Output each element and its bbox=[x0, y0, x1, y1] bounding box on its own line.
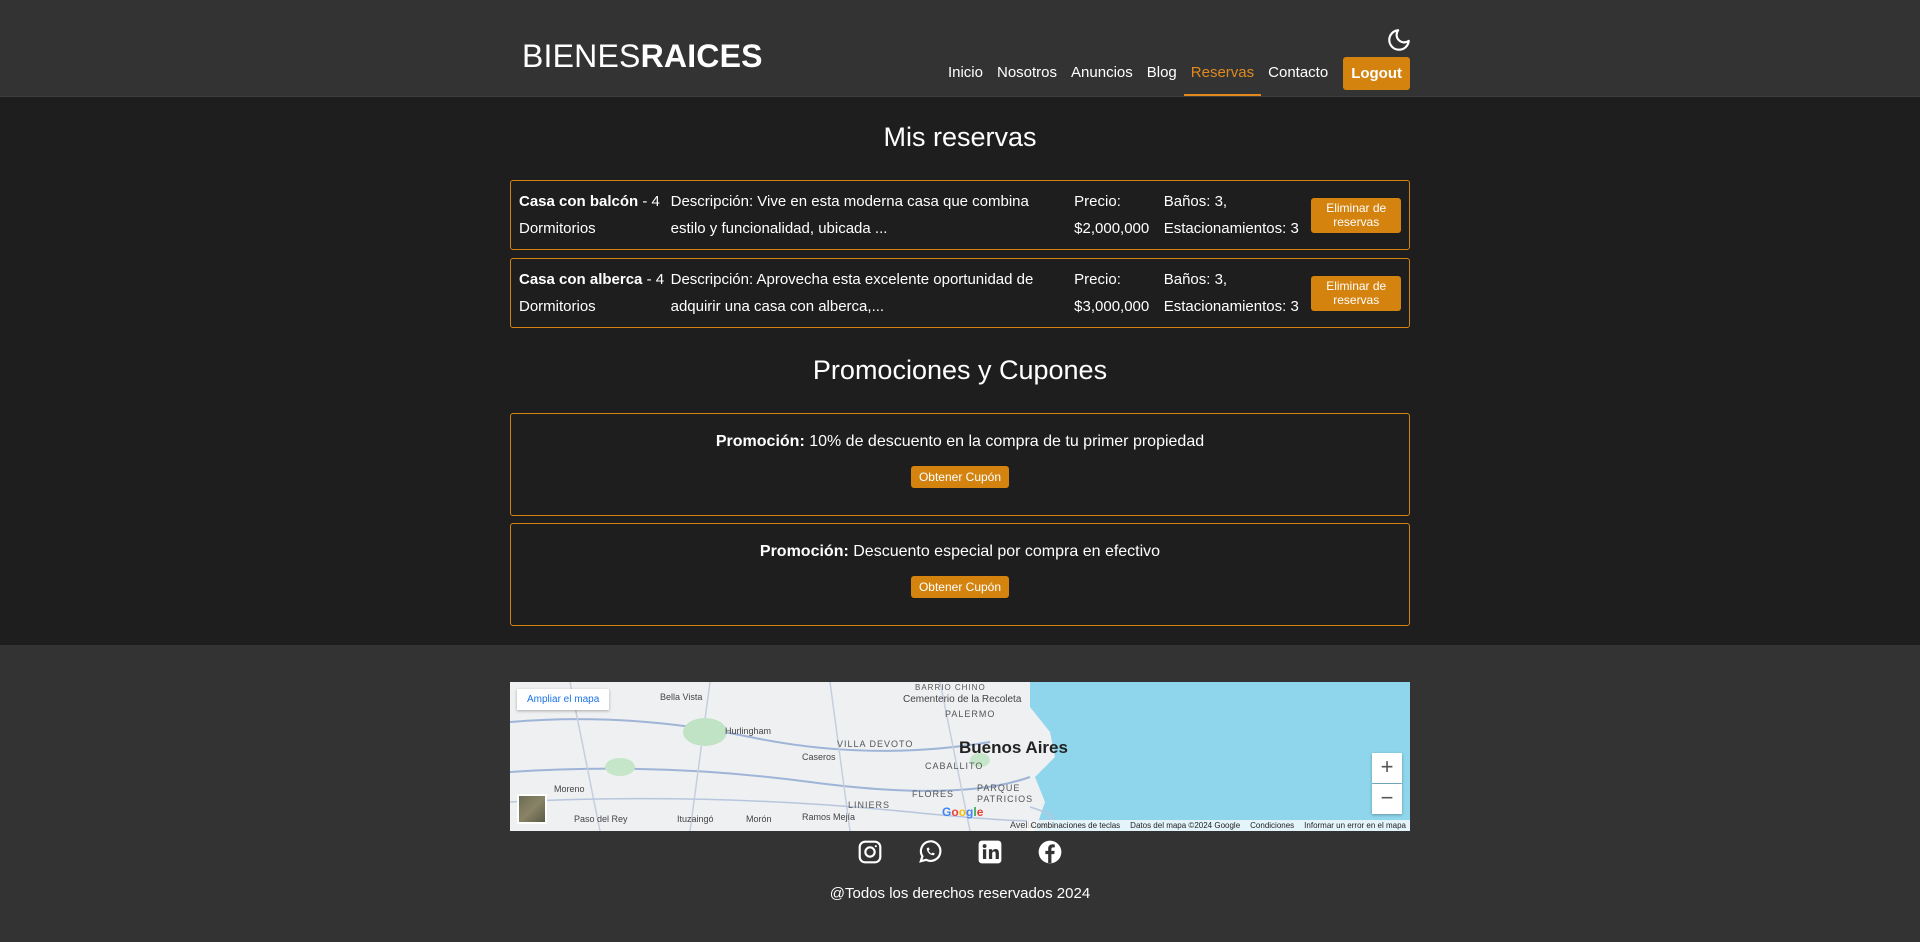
map-label: Cementerio de la Recoleta bbox=[903, 694, 1022, 705]
reserva-price: Precio: $3,000,000 bbox=[1074, 271, 1150, 315]
social-links bbox=[0, 839, 1920, 865]
map-label: PARQUE PATRICIOS bbox=[977, 783, 1034, 804]
nav-nosotros[interactable]: Nosotros bbox=[990, 58, 1064, 94]
reserva-card: Casa con balcón - 4 Dormitorios Descripc… bbox=[510, 180, 1410, 250]
map-label: Bella Vista bbox=[660, 692, 703, 702]
eliminar-reserva-button[interactable]: Eliminar de reservas bbox=[1311, 275, 1401, 311]
copyright-text: @Todos los derechos reservados 2024 bbox=[829, 885, 1091, 902]
reserva-price: Precio: $2,000,000 bbox=[1074, 193, 1150, 237]
reservas-title: Mis reservas bbox=[883, 122, 1037, 152]
promo-card: Promoción: Descuento especial por compra… bbox=[510, 523, 1410, 626]
report-error-link[interactable]: Informar un error en el mapa bbox=[1304, 821, 1406, 830]
map-data-text: Datos del mapa ©2024 Google bbox=[1130, 821, 1241, 830]
obtener-cupon-button[interactable]: Obtener Cupón bbox=[910, 576, 1010, 598]
map-label: Hurlingham bbox=[725, 726, 772, 736]
nav-anuncios[interactable]: Anuncios bbox=[1064, 58, 1140, 94]
logo-bold-text: RAICES bbox=[640, 38, 763, 74]
eliminar-reserva-button[interactable]: Eliminar de reservas bbox=[1311, 197, 1401, 233]
promo-description: 10% de descuento en la compra de tu prim… bbox=[804, 433, 1205, 450]
promo-text: Promoción: 10% de descuento en la compra… bbox=[511, 433, 1409, 451]
site-header: BIENESRAICES Inicio Nosotros Anuncios Bl… bbox=[0, 0, 1920, 97]
keyboard-shortcuts-link[interactable]: Combinaciones de teclas bbox=[1031, 821, 1120, 830]
site-footer: Ampliar el mapa Bella Vista BARRIO CHINO… bbox=[0, 645, 1920, 942]
nav-reservas[interactable]: Reservas bbox=[1183, 58, 1262, 96]
promociones-title: Promociones y Cupones bbox=[812, 355, 1108, 385]
obtener-cupon-button[interactable]: Obtener Cupón bbox=[910, 466, 1010, 488]
reserva-title: Casa con alberca - 4 Dormitorios bbox=[519, 266, 667, 320]
embedded-map[interactable]: Ampliar el mapa Bella Vista BARRIO CHINO… bbox=[510, 682, 1410, 831]
promo-label: Promoción: bbox=[715, 433, 805, 450]
map-label: Ituzaingó bbox=[677, 814, 714, 824]
map-label: Caseros bbox=[802, 752, 836, 762]
nav-contacto[interactable]: Contacto bbox=[1261, 58, 1335, 94]
map-label: LINIERS bbox=[848, 800, 891, 810]
promo-label: Promoción: bbox=[759, 543, 849, 560]
logout-button[interactable]: Logout bbox=[1343, 56, 1410, 90]
reserva-name: Casa con balcón bbox=[519, 193, 639, 210]
zoom-in-button[interactable]: + bbox=[1372, 753, 1402, 783]
map-label: Ramos Mejía bbox=[802, 812, 856, 822]
nav-blog[interactable]: Blog bbox=[1140, 58, 1184, 94]
whatsapp-icon[interactable] bbox=[917, 839, 943, 865]
promo-text: Promoción: Descuento especial por compra… bbox=[511, 543, 1409, 561]
reserva-description: Descripción: Vive en esta moderna casa q… bbox=[670, 193, 1029, 237]
map-label: VILLA DEVOTO bbox=[837, 739, 914, 749]
map-label: BARRIO CHINO bbox=[915, 683, 986, 692]
ampliar-mapa-link[interactable]: Ampliar el mapa bbox=[517, 689, 610, 710]
reserva-extras: Baños: 3, Estacionamientos: 3 bbox=[1163, 193, 1299, 237]
reserva-name: Casa con alberca bbox=[519, 271, 643, 288]
moon-icon[interactable] bbox=[1386, 27, 1412, 53]
reserva-description: Descripción: Aprovecha esta excelente op… bbox=[670, 271, 1034, 315]
site-logo[interactable]: BIENESRAICES bbox=[522, 38, 763, 75]
google-logo: Google bbox=[942, 805, 984, 819]
map-label: Moreno bbox=[554, 784, 585, 794]
satellite-toggle[interactable] bbox=[517, 794, 547, 824]
map-city-label: Buenos Aires bbox=[959, 738, 1068, 757]
logo-light-text: BIENES bbox=[522, 38, 641, 74]
zoom-out-button[interactable]: − bbox=[1372, 784, 1402, 814]
map-label: Morón bbox=[746, 814, 772, 824]
terms-link[interactable]: Condiciones bbox=[1250, 821, 1294, 830]
facebook-icon[interactable] bbox=[1037, 839, 1063, 865]
nav-inicio[interactable]: Inicio bbox=[941, 58, 990, 94]
reserva-extras: Baños: 3, Estacionamientos: 3 bbox=[1163, 271, 1299, 315]
map-attribution: Combinaciones de teclas Datos del mapa ©… bbox=[1026, 820, 1410, 831]
map-label: Paso del Rey bbox=[574, 814, 628, 824]
instagram-icon[interactable] bbox=[857, 839, 883, 865]
map-label: CABALLITO bbox=[925, 761, 984, 771]
main-nav: Inicio Nosotros Anuncios Blog Reservas C… bbox=[941, 56, 1410, 96]
map-label: PALERMO bbox=[945, 709, 996, 719]
promo-card: Promoción: 10% de descuento en la compra… bbox=[510, 413, 1410, 516]
reserva-title: Casa con balcón - 4 Dormitorios bbox=[519, 188, 667, 242]
promo-description: Descuento especial por compra en efectiv… bbox=[848, 543, 1161, 560]
reserva-card: Casa con alberca - 4 Dormitorios Descrip… bbox=[510, 258, 1410, 328]
map-label: FLORES bbox=[912, 789, 955, 799]
linkedin-icon[interactable] bbox=[977, 839, 1003, 865]
